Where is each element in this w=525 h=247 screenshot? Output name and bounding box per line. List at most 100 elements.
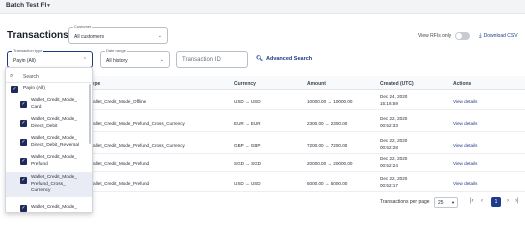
created-date: Dec 24, 2020 [380, 94, 408, 99]
currency-cell: USD → USD [234, 181, 261, 186]
transaction-id-input[interactable]: Transaction ID [176, 51, 248, 68]
option-label: Wallet_Credit_Mode_ Direct_Debit_Reversal [31, 136, 79, 148]
checkbox-checked-icon: ✓ [20, 205, 27, 212]
created-date: Dec 22, 2020 [380, 116, 408, 121]
table-row: Wallet_Credit_Mode_Offline USD → USD 100… [88, 91, 525, 110]
download-icon: ⤓ [479, 33, 482, 39]
chevron-down-icon: ⌄ [159, 57, 164, 63]
search-icon: ⌕ [10, 73, 14, 79]
dropdown-scrollbar[interactable] [89, 84, 91, 144]
dropdown-option[interactable]: ✓ Wallet_Credit_Mode_ Prefund_Cross_ Curre… [6, 172, 92, 197]
option-label: Wallet_Credit_Mode_ [31, 205, 77, 210]
checkbox-checked-icon: ✓ [20, 101, 27, 108]
transaction-type-label: Transaction type [12, 48, 44, 53]
created-time: 00:52:33 [380, 123, 398, 128]
per-page-value: 25 [438, 200, 444, 206]
transaction-id-placeholder: Transaction ID [182, 57, 221, 63]
created-time: 00:52:17 [380, 183, 398, 188]
transaction-type-select[interactable]: Transaction type Payin (All) ⌃ [7, 48, 93, 68]
table-row: Wallet_Credit_Mode_Prefund_Cross_Currenc… [88, 113, 525, 132]
toggle-knob [456, 33, 462, 39]
per-page-label: Transactions per page [380, 199, 430, 205]
dropdown-search-placeholder: Search [23, 74, 39, 80]
amount-cell: 5000.00 → 5000.00 [307, 181, 348, 186]
view-rfis-only-label: View RFIs only [418, 33, 452, 39]
view-rfis-only-toggle[interactable] [455, 32, 470, 40]
group-label: Payin (All) [23, 86, 45, 91]
transaction-type-value: Payin (All) [13, 58, 36, 64]
dropdown-search-input[interactable]: ⌕ Search [6, 71, 92, 83]
customer-select[interactable]: Customer All customers ⌄ [68, 24, 168, 44]
option-label: Wallet_Credit_Mode_ Prefund [31, 155, 77, 167]
dropdown-option[interactable]: ✓ Wallet_Credit_Mode_ [6, 200, 92, 212]
amount-cell: 7200.00 → 7200.00 [307, 143, 348, 148]
date-range-label: Date range [105, 48, 127, 53]
type-cell: Wallet_Credit_Mode_Prefund_Cross_Currenc… [89, 143, 185, 148]
type-cell: Wallet_Credit_Mode_Prefund [89, 181, 150, 186]
page-title: Transactions [7, 30, 69, 41]
type-cell: Wallet_Credit_Mode_Prefund [89, 161, 150, 166]
checkbox-checked-icon: ✓ [20, 139, 27, 146]
download-csv-label: Download CSV [483, 33, 518, 39]
prev-page-icon[interactable]: ‹ [481, 198, 483, 204]
created-time: 00:52:28 [380, 145, 398, 150]
table-header: Type Currency Amount Created (UTC) Actio… [88, 76, 525, 90]
amount-cell: 10000.00 → 10000.00 [307, 99, 353, 104]
option-label: Wallet_Credit_Mode_ Direct_Debit [31, 117, 77, 129]
last-page-icon[interactable]: ›| [515, 198, 519, 204]
amount-cell: 20000.00 → 20000.00 [307, 161, 353, 166]
table-row: Wallet_Credit_Mode_Prefund USD → USD 500… [88, 173, 525, 192]
column-header-currency: Currency [234, 81, 256, 87]
checkbox-checked-icon: ✓ [20, 120, 27, 127]
currency-cell: USD → USD [234, 99, 261, 104]
transaction-type-dropdown: ⌕ Search ✓ Payin (All) ✓ Wallet_Credit_M… [5, 67, 93, 213]
view-details-link[interactable]: View details [453, 181, 477, 186]
first-page-icon[interactable]: |‹ [470, 198, 474, 204]
dropdown-option-group[interactable]: ✓ Payin (All) [6, 85, 92, 94]
view-details-link[interactable]: View details [453, 99, 477, 104]
created-date: Dec 22, 2020 [380, 138, 408, 143]
type-cell: Wallet_Credit_Mode_Prefund_Cross_Currenc… [89, 121, 185, 126]
chevron-down-icon: ⌄ [157, 33, 162, 39]
column-header-amount: Amount [307, 81, 326, 87]
search-icon: 🔍︎ [256, 56, 263, 62]
per-page-select[interactable]: 25 ▼ [434, 197, 458, 208]
currency-cell: SGD → SGD [234, 161, 262, 166]
amount-cell: 2300.00 → 2300.00 [307, 121, 348, 126]
view-details-link[interactable]: View details [453, 161, 477, 166]
created-time: 00:52:24 [380, 163, 398, 168]
date-range-select[interactable]: Date range All history ⌄ [100, 48, 170, 68]
download-csv-button[interactable]: ⤓ Download CSV [479, 33, 518, 40]
chevron-down-icon: ▼ [451, 200, 455, 205]
dropdown-option[interactable]: ✓ Wallet_Credit_Mode_ Prefund [6, 153, 92, 170]
advanced-search-label: Advanced Search [265, 56, 313, 62]
option-label: Wallet_Credit_Mode_ Card [31, 98, 77, 110]
current-page-button[interactable]: 1 [491, 197, 501, 207]
checkbox-checked-icon: ✓ [11, 86, 18, 93]
currency-cell: GBP → GBP [234, 143, 261, 148]
chevron-down-icon[interactable]: ▼ [46, 3, 51, 9]
dropdown-option[interactable]: ✓ Wallet_Credit_Mode_ Direct_Debit [6, 115, 92, 132]
view-details-link[interactable]: View details [453, 121, 477, 126]
next-page-icon[interactable]: › [507, 198, 509, 204]
customer-label: Customer [73, 24, 93, 29]
column-header-actions: Actions [453, 81, 472, 87]
checkbox-checked-icon: ✓ [20, 177, 27, 184]
date-range-value: All history [106, 58, 128, 64]
option-label: Wallet_Credit_Mode_ Prefund_Cross_ Currenc… [31, 175, 77, 193]
view-details-link[interactable]: View details [453, 143, 477, 148]
table-row: Wallet_Credit_Mode_Prefund_Cross_Currenc… [88, 135, 525, 154]
type-cell: Wallet_Credit_Mode_Offline [89, 99, 147, 104]
dropdown-option[interactable]: ✓ Wallet_Credit_Mode_ Card [6, 96, 92, 113]
app-title[interactable]: Batch Test FI [6, 2, 46, 9]
created-date: Dec 22, 2020 [380, 156, 408, 161]
created-date: Dec 22, 2020 [380, 176, 408, 181]
customer-value: All customers [74, 34, 105, 40]
currency-cell: EUR → EUR [234, 121, 261, 126]
top-bar: Batch Test FI ▼ [0, 0, 525, 14]
advanced-search-link[interactable]: 🔍︎ Advanced Search [256, 56, 312, 62]
dropdown-option[interactable]: ✓ Wallet_Credit_Mode_ Direct_Debit_Revers… [6, 134, 92, 151]
column-header-created: Created (UTC) [380, 81, 414, 87]
checkbox-checked-icon: ✓ [20, 158, 27, 165]
chevron-up-icon: ⌃ [82, 57, 87, 63]
